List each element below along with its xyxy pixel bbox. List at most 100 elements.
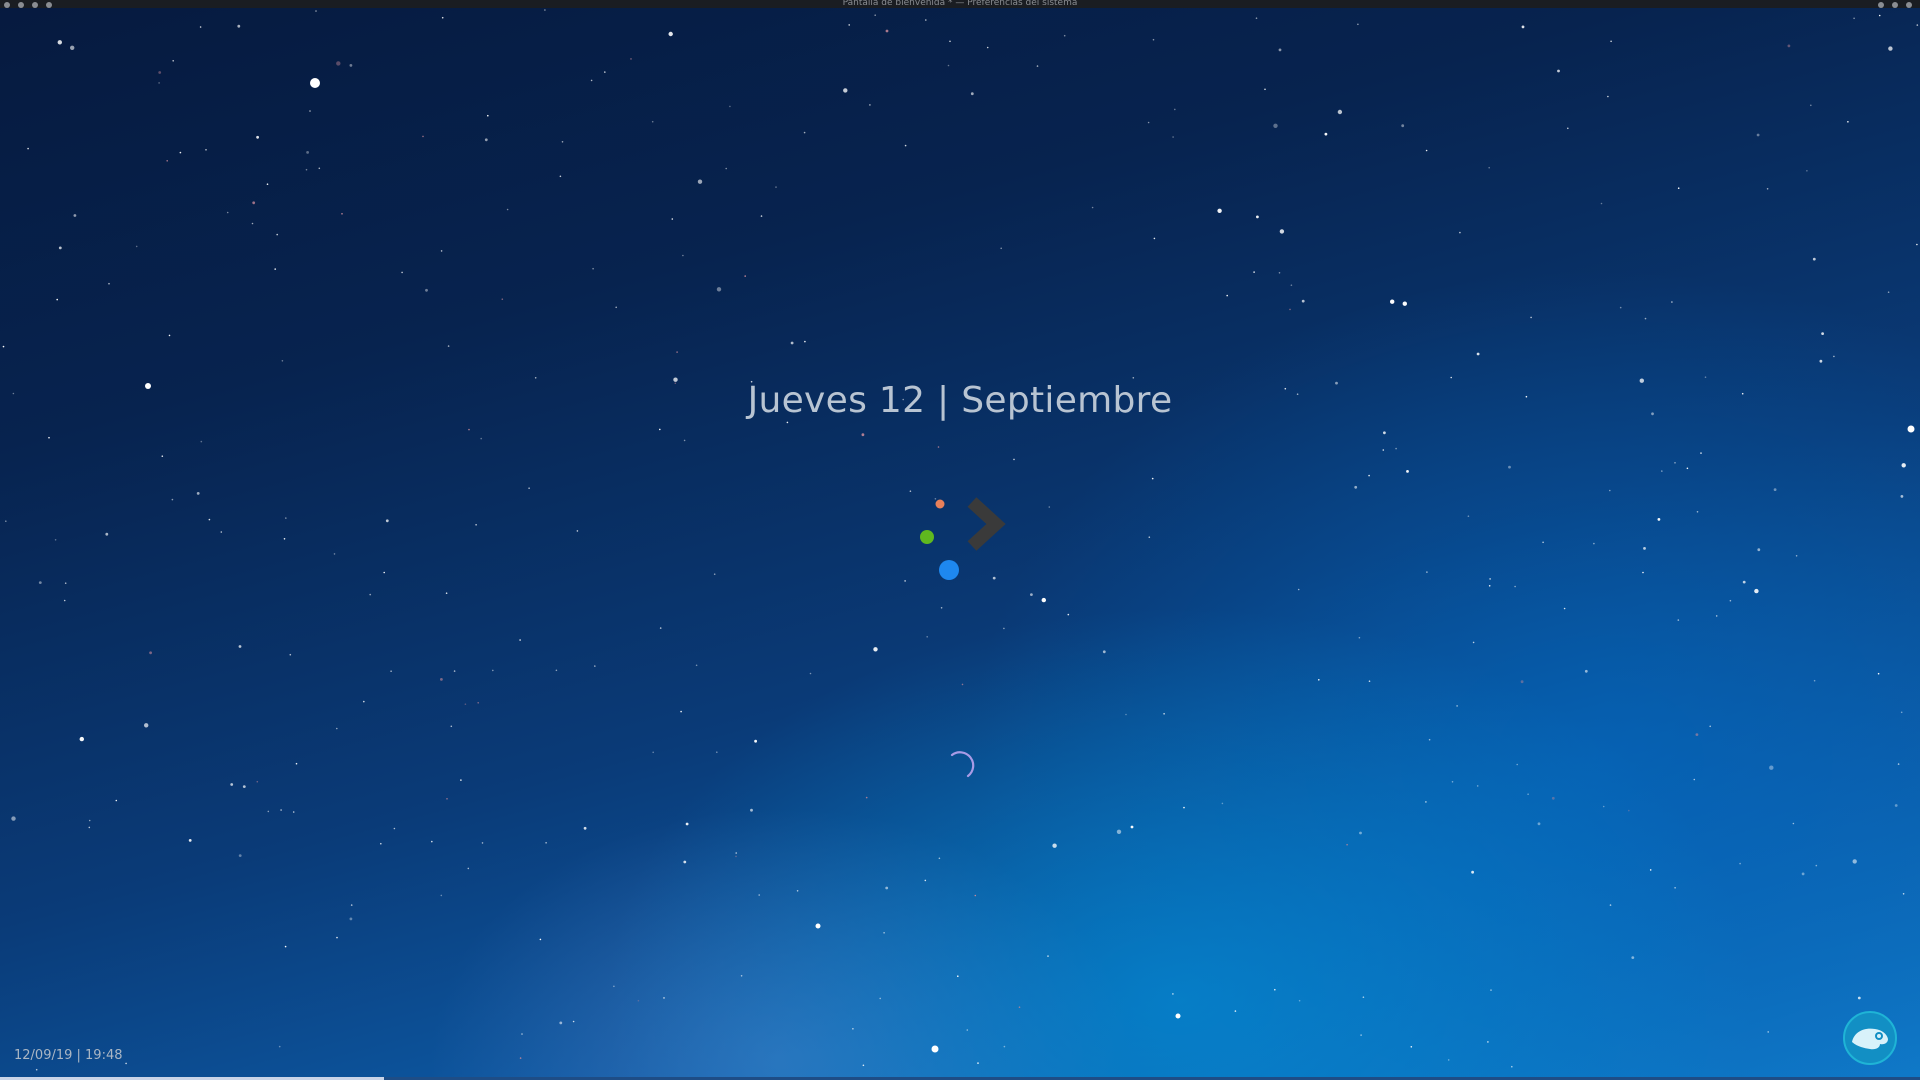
star — [1530, 316, 1532, 319]
star — [1000, 247, 1002, 250]
star — [1742, 580, 1746, 584]
star — [663, 997, 665, 999]
star — [796, 890, 799, 892]
star — [149, 651, 153, 655]
star — [440, 250, 443, 252]
star — [1003, 627, 1005, 630]
star — [1447, 1059, 1450, 1061]
bright-star — [815, 923, 821, 929]
opensuse-chameleon-icon — [1843, 1011, 1897, 1065]
star — [683, 439, 686, 442]
star — [1036, 65, 1039, 67]
star — [1567, 127, 1569, 130]
bright-star — [1175, 1013, 1181, 1019]
star — [1677, 187, 1680, 189]
star — [576, 530, 579, 532]
star — [1360, 1034, 1362, 1036]
star — [885, 29, 889, 33]
star — [333, 553, 336, 555]
star — [281, 360, 284, 362]
star — [27, 147, 29, 150]
star — [336, 727, 338, 730]
star — [659, 428, 661, 431]
star — [1428, 738, 1431, 741]
star — [1357, 23, 1359, 26]
star — [869, 104, 871, 106]
star — [1132, 377, 1135, 379]
star — [200, 440, 203, 443]
star — [1661, 470, 1663, 472]
star — [668, 31, 673, 37]
star — [446, 798, 448, 800]
star — [1563, 607, 1566, 610]
star — [615, 306, 617, 309]
star — [1508, 465, 1511, 469]
star — [1489, 578, 1491, 580]
star — [904, 144, 907, 147]
bright-star — [1907, 425, 1915, 433]
busy-spinner-icon — [950, 751, 975, 778]
star — [1358, 636, 1361, 639]
star — [1677, 619, 1680, 621]
star — [604, 71, 606, 73]
star — [1274, 988, 1276, 991]
star — [1810, 104, 1812, 107]
star — [1183, 806, 1185, 809]
star — [683, 860, 687, 864]
star — [1130, 825, 1134, 829]
star — [1476, 785, 1479, 787]
star — [11, 816, 16, 821]
star — [1657, 518, 1661, 521]
star — [957, 975, 959, 977]
star — [559, 1021, 563, 1025]
star — [1897, 763, 1900, 765]
star — [1787, 44, 1791, 48]
star — [539, 938, 542, 941]
star — [1346, 843, 1348, 846]
star — [292, 811, 295, 813]
star — [1456, 705, 1458, 707]
star — [172, 60, 174, 62]
star — [450, 725, 453, 728]
star — [937, 446, 940, 448]
star — [613, 985, 615, 988]
star — [1226, 294, 1228, 297]
star — [393, 827, 396, 830]
star — [1847, 121, 1849, 123]
star — [1425, 149, 1428, 152]
star — [220, 531, 223, 533]
star — [1877, 672, 1880, 675]
star — [306, 151, 309, 154]
star — [966, 1029, 969, 1031]
star — [1368, 680, 1371, 682]
star — [519, 639, 521, 641]
star — [73, 214, 77, 217]
star — [1812, 257, 1816, 261]
star — [1426, 571, 1428, 573]
star — [760, 215, 763, 217]
star — [786, 421, 789, 424]
star — [1163, 713, 1165, 715]
star — [1301, 299, 1305, 303]
star — [1900, 495, 1904, 498]
star — [1516, 763, 1518, 766]
star — [1148, 536, 1151, 538]
star — [519, 1057, 522, 1059]
star — [208, 518, 211, 521]
star — [238, 645, 242, 648]
star — [1451, 781, 1454, 783]
star — [1878, 14, 1881, 17]
star — [58, 246, 62, 250]
star — [179, 151, 182, 154]
star — [1631, 956, 1635, 959]
star — [1041, 597, 1047, 603]
star — [115, 799, 118, 802]
star — [168, 334, 171, 337]
star — [280, 809, 282, 811]
star — [336, 61, 341, 66]
bright-star — [310, 78, 320, 88]
star — [481, 842, 484, 844]
star — [940, 607, 943, 609]
star — [559, 175, 562, 178]
star — [1769, 765, 1774, 770]
